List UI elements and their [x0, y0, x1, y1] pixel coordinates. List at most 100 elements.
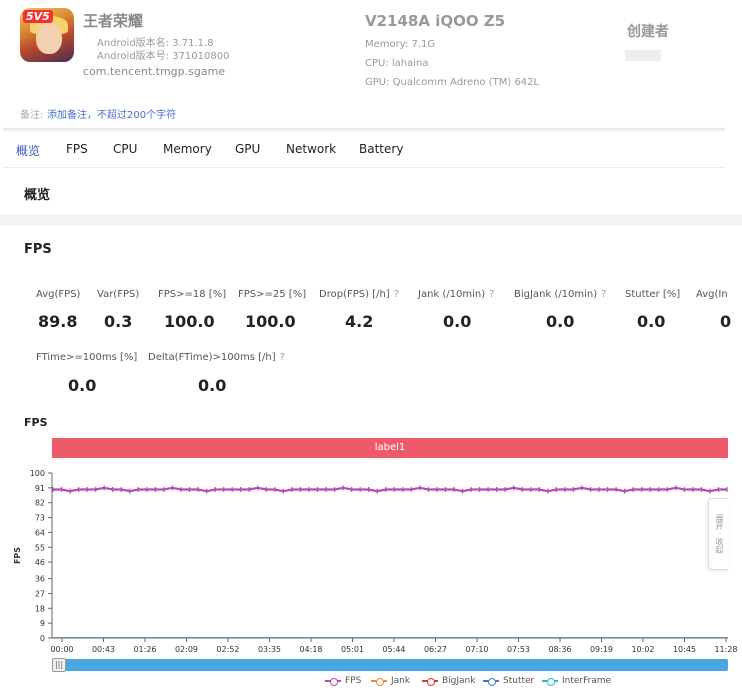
x-tick-label: 02:52	[216, 645, 239, 654]
legend-item-bigjank[interactable]: BigJank	[422, 676, 475, 686]
legend-item-stutter[interactable]: Stutter	[483, 676, 534, 686]
fps-data-point	[316, 487, 319, 492]
fps-data-point	[282, 488, 284, 494]
y-tick-label: 18	[35, 604, 45, 613]
tab-overview[interactable]: 概览	[16, 142, 40, 159]
fps-data-point	[675, 485, 677, 491]
fps-data-point	[478, 487, 481, 492]
add-note-link[interactable]: 添加备注，不超过200个字符	[47, 106, 176, 121]
legend-item-interframe[interactable]: InterFrame	[542, 676, 611, 686]
metric-label: Delta(FTime)>100ms [/h]?	[148, 352, 285, 363]
fps-data-point	[188, 487, 191, 492]
help-icon[interactable]: ?	[489, 289, 494, 300]
label-band[interactable]: label1	[52, 438, 728, 458]
fps-data-point	[103, 485, 105, 491]
metric-label: Avg(In	[696, 289, 728, 300]
fps-data-point	[223, 487, 225, 492]
legend-item-jank[interactable]: Jank	[371, 676, 410, 686]
page: 5V5 王者荣耀 Android版本名: 3.71.1.8 Android版本号…	[0, 0, 742, 690]
fps-data-point	[709, 488, 711, 494]
metric-label: Stutter [%]	[625, 289, 681, 300]
device-memory: Memory: 7.1G	[365, 39, 436, 50]
fps-data-point	[658, 487, 660, 492]
fps-data-point	[641, 487, 643, 492]
metric-value: 0.0	[637, 312, 666, 331]
creator-avatar-placeholder	[625, 50, 661, 61]
fps-data-point	[368, 487, 370, 492]
fps-data-point	[538, 487, 540, 492]
device-cpu: CPU: lahaina	[365, 58, 429, 69]
fps-data-point	[180, 487, 182, 492]
x-tick-label: 03:35	[258, 645, 281, 654]
fps-data-point	[112, 487, 114, 492]
legend-label: BigJank	[442, 676, 476, 686]
fps-data-point	[470, 487, 472, 492]
x-tick-label: 07:10	[465, 645, 488, 654]
fps-data-point	[402, 487, 404, 492]
app-icon-badge: 5V5	[23, 10, 53, 23]
fps-chart: 0 9 18 27 36 46 55 64 73 82 91 100 FPS 00:00 00:43 01:2…	[13, 469, 738, 654]
help-icon[interactable]: ?	[394, 289, 399, 300]
app-package: com.tencent.tmgp.sgame	[83, 65, 226, 78]
legend-swatch	[542, 678, 558, 686]
legend-label: Stutter	[503, 676, 535, 686]
chart-zoom-scrollbar[interactable]	[52, 659, 728, 671]
tab-battery[interactable]: Battery	[359, 142, 403, 156]
fps-data-point	[504, 487, 506, 492]
fps-data-point	[274, 487, 276, 492]
fps-card-title: FPS	[24, 242, 52, 257]
fps-data-point	[257, 485, 259, 491]
fps-data-point	[385, 487, 387, 492]
x-tick-label: 10:02	[631, 645, 654, 654]
fps-data-point	[248, 487, 250, 492]
side-collapse-tab[interactable]: 展开 · 收起	[708, 498, 728, 570]
metric-label: BigJank (/10min)?	[514, 289, 607, 300]
fps-data-point	[692, 487, 694, 492]
fps-data-point	[299, 487, 302, 492]
tab-gpu[interactable]: GPU	[235, 142, 260, 156]
fps-data-point	[453, 487, 455, 492]
metric-value: 0	[720, 312, 732, 331]
fps-data-point	[487, 487, 489, 492]
legend-swatch	[422, 678, 438, 686]
tab-fps[interactable]: FPS	[66, 142, 88, 156]
legend-swatch	[371, 678, 387, 686]
x-tick-label: 00:00	[50, 645, 73, 654]
tab-cpu[interactable]: CPU	[113, 142, 137, 156]
fps-data-point	[351, 487, 353, 492]
fps-data-point	[589, 487, 592, 492]
section-title: 概览	[24, 188, 51, 203]
fps-data-point	[444, 487, 447, 492]
chart-title: FPS	[24, 416, 48, 429]
legend-item-fps[interactable]: FPS	[325, 676, 361, 686]
x-tick-label: 07:53	[507, 645, 530, 654]
fps-data-point	[717, 487, 720, 492]
x-tick-label: 01:26	[133, 645, 156, 654]
fps-data-point	[572, 487, 575, 492]
fps-data-point	[547, 488, 549, 494]
fps-data-point	[197, 487, 199, 492]
fps-data-point	[325, 487, 327, 492]
fps-data-point	[632, 487, 634, 492]
y-tick-label: 55	[35, 543, 45, 552]
metric-value: 0.0	[68, 376, 97, 395]
y-tick-label: 0	[40, 634, 45, 643]
tab-memory[interactable]: Memory	[163, 142, 212, 156]
tab-network[interactable]: Network	[286, 142, 336, 156]
fps-data-point	[393, 487, 395, 492]
help-icon[interactable]: ?	[280, 352, 285, 363]
metric-label: Var(FPS)	[97, 289, 140, 300]
fps-data-point	[461, 488, 464, 494]
tabs-divider	[3, 167, 725, 168]
y-tick-label: 82	[35, 499, 45, 508]
device-gpu: GPU: Qualcomm Adreno (TM) 642L	[365, 77, 540, 88]
fps-data-point	[333, 487, 336, 492]
fps-data-point	[129, 488, 131, 494]
fps-data-point	[598, 487, 600, 492]
help-icon[interactable]: ?	[601, 289, 606, 300]
scroll-handle[interactable]: |||	[52, 658, 66, 672]
x-tick-label: 08:36	[548, 645, 571, 654]
fps-data-point	[666, 487, 668, 492]
fps-data-point	[683, 487, 685, 492]
metric-label: FPS>=25 [%]	[238, 289, 307, 300]
